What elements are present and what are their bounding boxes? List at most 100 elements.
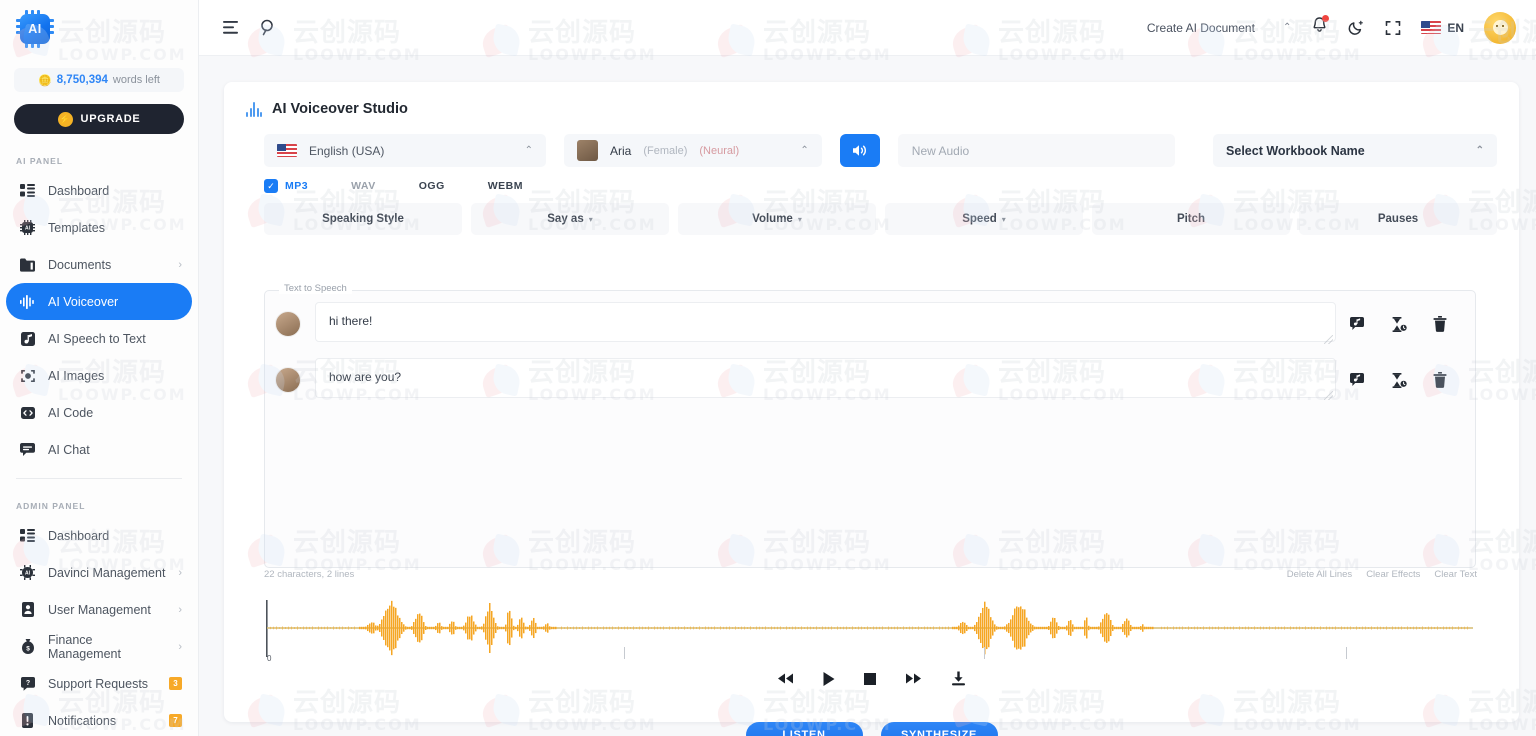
sidebar-item-badge: 7 <box>169 714 182 727</box>
voice-name: Aria <box>610 143 632 158</box>
effect-speaking-style[interactable]: Speaking Style <box>264 203 462 235</box>
notifications-bell-button[interactable] <box>1311 15 1330 39</box>
delete-line-icon[interactable] <box>1433 372 1447 388</box>
workbook-dropdown[interactable]: Select Workbook Name ⌃ <box>1213 134 1497 167</box>
voiceover-studio-card: AI Voiceover Studio English (USA) ⌃ Aria… <box>224 82 1519 736</box>
search-icon[interactable] <box>260 19 277 36</box>
chevron-right-icon: › <box>178 640 182 653</box>
text-to-speech-lines <box>265 301 1475 403</box>
dashboard-icon <box>19 184 36 197</box>
format-label: OGG <box>418 180 445 192</box>
sidebar-item-dashboard[interactable]: Dashboard <box>6 172 192 209</box>
code-icon <box>19 406 36 420</box>
voice-effects-row: Speaking Style Say as ▾ Volume ▾ Speed ▾ Pitch P… <box>224 193 1519 235</box>
resize-handle[interactable] <box>1324 390 1333 400</box>
tts-line-row <box>265 357 1475 403</box>
play-icon[interactable] <box>822 671 836 687</box>
insert-pause-icon[interactable] <box>1391 372 1407 388</box>
audio-waveform[interactable]: 0 <box>264 592 1476 667</box>
sidebar-item-finance-management[interactable]: $ Finance Management › <box>6 628 192 665</box>
chevron-up-icon: ⌃ <box>1282 22 1292 33</box>
language-selector[interactable]: EN <box>1421 21 1464 35</box>
sidebar-item-user-management[interactable]: User Management › <box>6 591 192 628</box>
topbar: Create AI Document ⌃ EN <box>199 0 1536 56</box>
effect-speed[interactable]: Speed ▾ <box>885 203 1083 235</box>
resize-handle[interactable] <box>1324 334 1333 344</box>
support-icon: ? <box>19 676 36 691</box>
rewind-icon[interactable] <box>776 672 795 685</box>
fullscreen-icon[interactable] <box>1385 20 1401 36</box>
preview-voice-button[interactable] <box>839 134 880 167</box>
sidebar-item-templates[interactable]: AI Templates <box>6 209 192 246</box>
speaker-avatar[interactable] <box>275 367 301 393</box>
tts-line-row <box>265 301 1475 347</box>
text-action-clear-text[interactable]: Clear Text <box>1434 569 1477 580</box>
app-logo[interactable]: AI <box>0 0 198 58</box>
effect-say-as[interactable]: Say as ▾ <box>471 203 669 235</box>
format-option-wav[interactable]: WAV <box>330 179 376 193</box>
output-format-options: ✓ MP3 WAV OGG WEBM <box>224 167 1519 193</box>
tts-text-input[interactable] <box>315 301 1336 342</box>
download-icon[interactable] <box>950 670 967 687</box>
upgrade-button[interactable]: ⚡ UPGRADE <box>14 104 184 134</box>
templates-icon: AI <box>19 220 36 235</box>
topbar-left <box>199 19 277 36</box>
sidebar-item-ai-code[interactable]: AI Code <box>6 394 192 431</box>
sidebar-item-documents[interactable]: Documents › <box>6 246 192 283</box>
sidebar-item-ai-speech-to-text[interactable]: AI Speech to Text <box>6 320 192 357</box>
speaker-avatar[interactable] <box>275 311 301 337</box>
text-action-delete-all-lines[interactable]: Delete All Lines <box>1287 569 1352 580</box>
delete-line-icon[interactable] <box>1433 316 1447 332</box>
text-action-clear-effects[interactable]: Clear Effects <box>1366 569 1420 580</box>
svg-text:AI: AI <box>25 226 31 232</box>
listen-button[interactable]: LISTEN <box>745 722 863 736</box>
sidebar-item-label: Dashboard <box>48 183 110 198</box>
sidebar-item-label: Dashboard <box>48 528 110 543</box>
sidebar: AI 🪙 8,750,394 words left ⚡ UPGRADE AI P… <box>0 0 199 736</box>
insert-pause-icon[interactable] <box>1391 316 1407 332</box>
avatar-face <box>1492 20 1508 35</box>
text-actions: Delete All Lines Clear Effects Clear Text <box>1287 569 1477 580</box>
audio-name-input[interactable] <box>897 134 1176 167</box>
sidebar-item-dashboard[interactable]: Dashboard <box>6 517 192 554</box>
sidebar-item-davinci-management[interactable]: AI Davinci Management › <box>6 554 192 591</box>
insert-audio-icon[interactable] <box>1350 373 1365 387</box>
text-to-speech-legend: Text to Speech <box>279 283 352 294</box>
tts-input-wrapper <box>315 301 1336 347</box>
insert-audio-icon[interactable] <box>1350 317 1365 331</box>
hamburger-icon[interactable] <box>223 20 240 35</box>
sidebar-item-label: Documents <box>48 257 112 272</box>
tts-text-input[interactable] <box>315 357 1336 398</box>
sidebar-item-ai-voiceover[interactable]: AI Voiceover <box>6 283 192 320</box>
text-to-speech-box: Text to Speech <box>264 283 1476 568</box>
forward-icon[interactable] <box>904 672 923 685</box>
sidebar-item-support-requests[interactable]: ? Support Requests 3 <box>6 665 192 702</box>
format-option-webm[interactable]: WEBM <box>467 179 523 193</box>
chevron-up-icon: ⌃ <box>524 145 534 156</box>
voice-dropdown[interactable]: Aria (Female) (Neural) ⌃ <box>564 134 822 167</box>
upgrade-label: UPGRADE <box>80 113 141 125</box>
checkbox-icon: ✓ <box>264 179 278 193</box>
admin-panel-section-label: ADMIN PANEL <box>16 501 86 511</box>
studio-action-buttons: LISTEN SYNTHESIZE <box>224 722 1519 736</box>
davinci-icon: AI <box>19 565 36 580</box>
effect-pitch[interactable]: Pitch <box>1092 203 1290 235</box>
main-content: AI Voiceover Studio English (USA) ⌃ Aria… <box>199 56 1536 736</box>
page-title-row: AI Voiceover Studio <box>224 82 1519 117</box>
effect-volume[interactable]: Volume ▾ <box>678 203 876 235</box>
sidebar-item-ai-chat[interactable]: AI Chat <box>6 431 192 468</box>
create-ai-document-dropdown[interactable]: Create AI Document ⌃ <box>1147 21 1291 35</box>
format-option-mp3[interactable]: ✓ MP3 <box>264 179 308 193</box>
sidebar-item-notifications[interactable]: Notifications 7 <box>6 702 192 736</box>
chevron-right-icon: › <box>178 603 182 616</box>
effect-label: Volume <box>752 213 793 225</box>
format-option-ogg[interactable]: OGG <box>398 179 445 193</box>
user-avatar[interactable] <box>1484 11 1516 44</box>
language-dropdown[interactable]: English (USA) ⌃ <box>264 134 547 167</box>
stop-icon[interactable] <box>863 672 877 686</box>
effect-pauses[interactable]: Pauses <box>1299 203 1497 235</box>
sidebar-item-ai-images[interactable]: AI Images <box>6 357 192 394</box>
language-code: EN <box>1447 20 1464 35</box>
moon-icon[interactable] <box>1348 19 1365 36</box>
synthesize-button[interactable]: SYNTHESIZE <box>880 722 998 736</box>
